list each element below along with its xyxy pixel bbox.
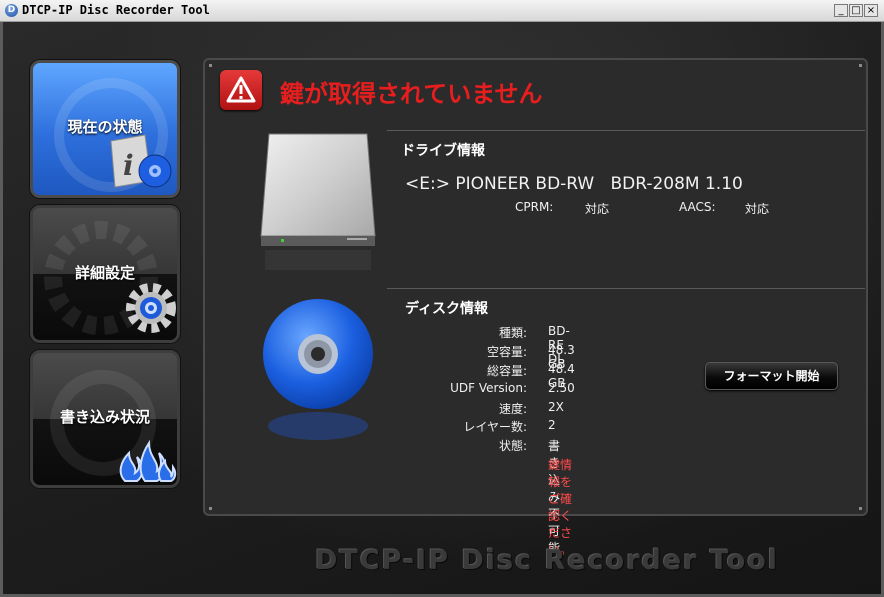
drive-image — [260, 133, 376, 270]
disc-image — [263, 299, 373, 440]
window-controls: _ □ × — [834, 4, 878, 17]
drive-name: <E:> PIONEER BD-RW BDR-208M 1.10 — [405, 174, 743, 194]
sidebar-item-label: 書き込み状況 — [59, 408, 150, 426]
format-start-button[interactable]: フォーマット開始 — [705, 362, 838, 390]
disc-info-title: ディスク情報 — [405, 301, 489, 317]
window-title-bar: D DTCP-IP Disc Recorder Tool _ □ × — [0, 0, 884, 22]
layers-label: レイヤー数: — [463, 420, 527, 434]
panel-corner — [859, 507, 862, 510]
status-panel: 鍵が取得されていません ドライブ情報 <E:> PIONEER BD-RW BD… — [203, 58, 868, 557]
key-not-acquired-warning: 鍵が取得されていません — [280, 80, 543, 108]
aacs-label: AACS: — [679, 200, 716, 214]
speed-label: 速度: — [498, 402, 527, 416]
key-check-alert: 鍵情報をご確認ください。 — [548, 458, 573, 557]
maximize-button[interactable]: □ — [849, 4, 863, 17]
drive-info-title: ドライブ情報 — [401, 143, 485, 159]
udf-version-value: 2.50 — [548, 381, 575, 395]
flame-icon — [119, 439, 177, 482]
free-space-label: 空容量: — [486, 345, 527, 359]
drive-section-divider — [387, 130, 865, 131]
disc-section-divider — [387, 288, 865, 289]
window-title: DTCP-IP Disc Recorder Tool — [22, 3, 210, 17]
disc-type-label: 種類: — [498, 326, 527, 340]
cprm-value: 対応 — [585, 202, 610, 216]
gear-icon — [126, 283, 176, 333]
udf-version-label: UDF Version: — [450, 381, 527, 395]
svg-text:i: i — [123, 149, 134, 182]
footer-logo: DTCP-IP Disc Recorder Tool — [315, 545, 780, 576]
minimize-button[interactable]: _ — [834, 4, 848, 17]
close-button[interactable]: × — [864, 4, 878, 17]
speed-value: 2X — [548, 400, 564, 414]
total-space-label: 総容量: — [486, 364, 527, 378]
app-icon[interactable]: D — [5, 4, 18, 17]
info-document-icon: i — [110, 134, 172, 188]
layers-value: 2 — [548, 418, 556, 432]
panel-corner — [209, 507, 212, 510]
aacs-value: 対応 — [745, 202, 770, 216]
warning-triangle-icon — [220, 70, 262, 110]
sidebar-item-write-status[interactable]: 書き込み状況 — [30, 350, 180, 488]
panel-corner — [859, 64, 862, 67]
state-label: 状態: — [498, 439, 527, 453]
sidebar-item-current-status[interactable]: 現在の状態 i — [30, 60, 180, 198]
sidebar-item-detailed-settings[interactable]: 詳細設定 — [30, 205, 180, 343]
panel-corner — [209, 64, 212, 67]
cprm-label: CPRM: — [515, 200, 554, 214]
